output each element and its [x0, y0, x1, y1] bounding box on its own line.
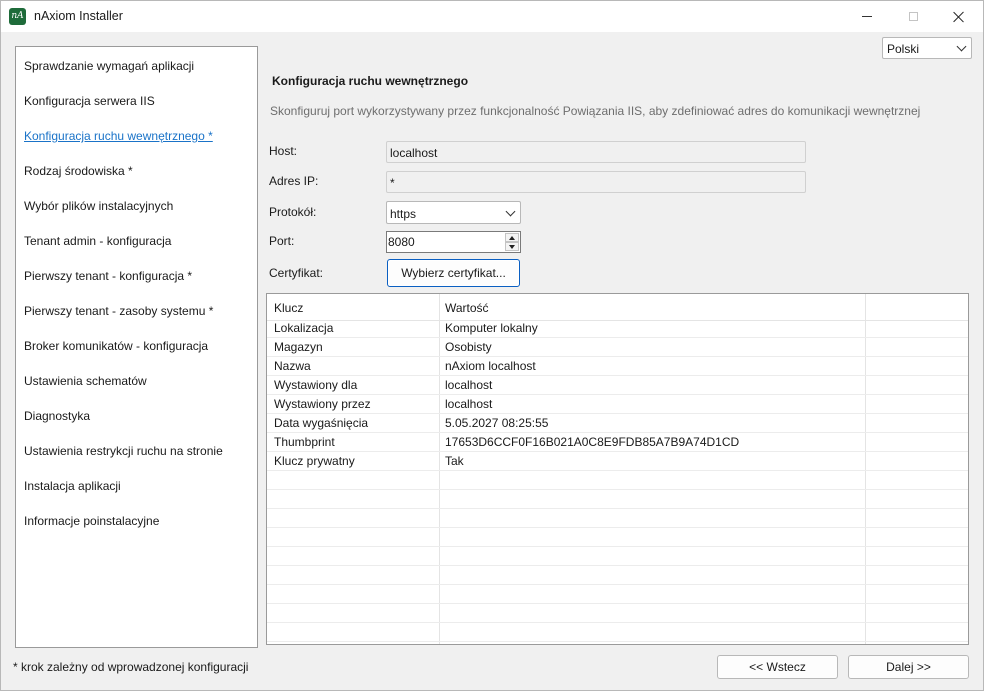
table-cell-value: localhost — [445, 378, 493, 392]
step-item[interactable]: Konfiguracja serwera IIS — [24, 94, 155, 108]
table-cell-value: 17653D6CCF0F16B021A0C8E9FDB85A7B9A74D1CD — [445, 435, 740, 449]
step-item[interactable]: Wybór plików instalacyjnych — [24, 199, 173, 213]
maximize-icon — [908, 12, 918, 21]
table-cell-value: Komputer lokalny — [445, 321, 538, 335]
language-value: Polski — [887, 42, 920, 56]
table-cell-value: localhost — [445, 397, 493, 411]
port-label: Port: — [269, 234, 295, 248]
column-header-key[interactable]: Klucz — [274, 301, 303, 315]
minimize-button[interactable] — [844, 1, 890, 32]
close-icon — [953, 11, 965, 23]
empty-row — [267, 604, 968, 623]
table-cell-key: Data wygaśnięcia — [274, 416, 369, 430]
next-button[interactable]: Dalej >> — [848, 655, 969, 679]
step-item[interactable]: Pierwszy tenant - zasoby systemu * — [24, 304, 213, 318]
empty-row — [267, 547, 968, 566]
empty-row — [267, 471, 968, 490]
port-stepper[interactable]: 8080 — [386, 231, 521, 253]
ip-value: * — [390, 176, 395, 190]
table-row[interactable]: Data wygaśnięcia 5.05.2027 08:25:55 — [267, 414, 968, 433]
ip-field: * — [386, 171, 806, 193]
steps-list: Sprawdzanie wymagań aplikacji Konfigurac… — [15, 46, 258, 648]
section-title: Konfiguracja ruchu wewnętrznego — [272, 74, 469, 88]
protocol-value: https — [390, 207, 417, 221]
ip-label: Adres IP: — [269, 174, 319, 188]
table-row[interactable]: Klucz prywatny Tak — [267, 452, 968, 471]
app-logo-icon: nA — [9, 8, 26, 25]
step-item[interactable]: Diagnostyka — [24, 409, 90, 423]
empty-row — [267, 623, 968, 642]
minimize-icon — [862, 16, 872, 17]
select-certificate-button[interactable]: Wybierz certyfikat... — [387, 259, 520, 287]
empty-row — [267, 528, 968, 547]
certificate-label: Certyfikat: — [269, 266, 324, 280]
table-cell-value: nAxiom localhost — [445, 359, 536, 373]
host-value: localhost — [390, 146, 438, 160]
section-description: Skonfiguruj port wykorzystywany przez fu… — [270, 104, 921, 118]
increment-button[interactable] — [505, 233, 519, 242]
table-cell-key: Nazwa — [274, 359, 311, 373]
table-row[interactable]: Wystawiony dla localhost — [267, 376, 968, 395]
step-item[interactable]: Rodzaj środowiska * — [24, 164, 133, 178]
step-item[interactable]: Ustawienia schematów — [24, 374, 147, 388]
table-cell-key: Magazyn — [274, 340, 323, 354]
language-select[interactable]: Polski — [882, 37, 972, 59]
maximize-button — [890, 1, 936, 32]
table-row[interactable]: Wystawiony przez localhost — [267, 395, 968, 414]
footnote: * krok zależny od wprowadzonej konfigura… — [13, 660, 249, 674]
step-item[interactable]: Sprawdzanie wymagań aplikacji — [24, 59, 194, 73]
empty-row — [267, 509, 968, 528]
step-item-active[interactable]: Konfiguracja ruchu wewnętrznego * — [24, 129, 213, 143]
table-cell-value: Tak — [445, 454, 464, 468]
back-button[interactable]: << Wstecz — [717, 655, 838, 679]
table-cell-value: 5.05.2027 08:25:55 — [445, 416, 549, 430]
arrow-up-icon — [509, 236, 515, 240]
certificate-details-table: Klucz Wartość Lokalizacja Komputer lokal… — [266, 293, 969, 645]
column-header-value[interactable]: Wartość — [445, 301, 489, 315]
decrement-button[interactable] — [505, 242, 519, 251]
chevron-down-icon — [505, 206, 516, 217]
protocol-select[interactable]: https — [386, 201, 521, 224]
title-bar[interactable]: nA nAxiom Installer — [1, 1, 983, 32]
table-cell-key: Klucz prywatny — [274, 454, 355, 468]
port-value[interactable]: 8080 — [388, 235, 415, 249]
table-cell-value: Osobisty — [445, 340, 492, 354]
empty-row — [267, 566, 968, 585]
table-row[interactable]: Magazyn Osobisty — [267, 338, 968, 357]
table-row[interactable]: Lokalizacja Komputer lokalny — [267, 319, 968, 338]
window-title: nAxiom Installer — [34, 9, 123, 23]
protocol-label: Protokół: — [269, 205, 317, 219]
table-cell-key: Thumbprint — [274, 435, 335, 449]
table-cell-key: Wystawiony dla — [274, 378, 358, 392]
step-item[interactable]: Broker komunikatów - konfiguracja — [24, 339, 208, 353]
arrow-down-icon — [509, 245, 515, 249]
table-row[interactable]: Nazwa nAxiom localhost — [267, 357, 968, 376]
table-row[interactable]: Thumbprint 17653D6CCF0F16B021A0C8E9FDB85… — [267, 433, 968, 452]
port-stepper-buttons — [505, 233, 519, 251]
installer-window: nA nAxiom Installer Sprawdzanie wymagań … — [0, 0, 984, 691]
step-item[interactable]: Tenant admin - konfiguracja — [24, 234, 171, 248]
chevron-down-icon — [956, 41, 967, 52]
table-cell-key: Lokalizacja — [274, 321, 334, 335]
host-field: localhost — [386, 141, 806, 163]
host-label: Host: — [269, 144, 298, 158]
close-button[interactable] — [936, 1, 982, 32]
table-header: Klucz Wartość — [267, 294, 968, 321]
empty-row — [267, 490, 968, 509]
step-item[interactable]: Instalacja aplikacji — [24, 479, 121, 493]
step-item[interactable]: Informacje poinstalacyjne — [24, 514, 159, 528]
table-cell-key: Wystawiony przez — [274, 397, 371, 411]
empty-row — [267, 585, 968, 604]
step-item[interactable]: Pierwszy tenant - konfiguracja * — [24, 269, 192, 283]
step-item[interactable]: Ustawienia restrykcji ruchu na stronie — [24, 444, 223, 458]
